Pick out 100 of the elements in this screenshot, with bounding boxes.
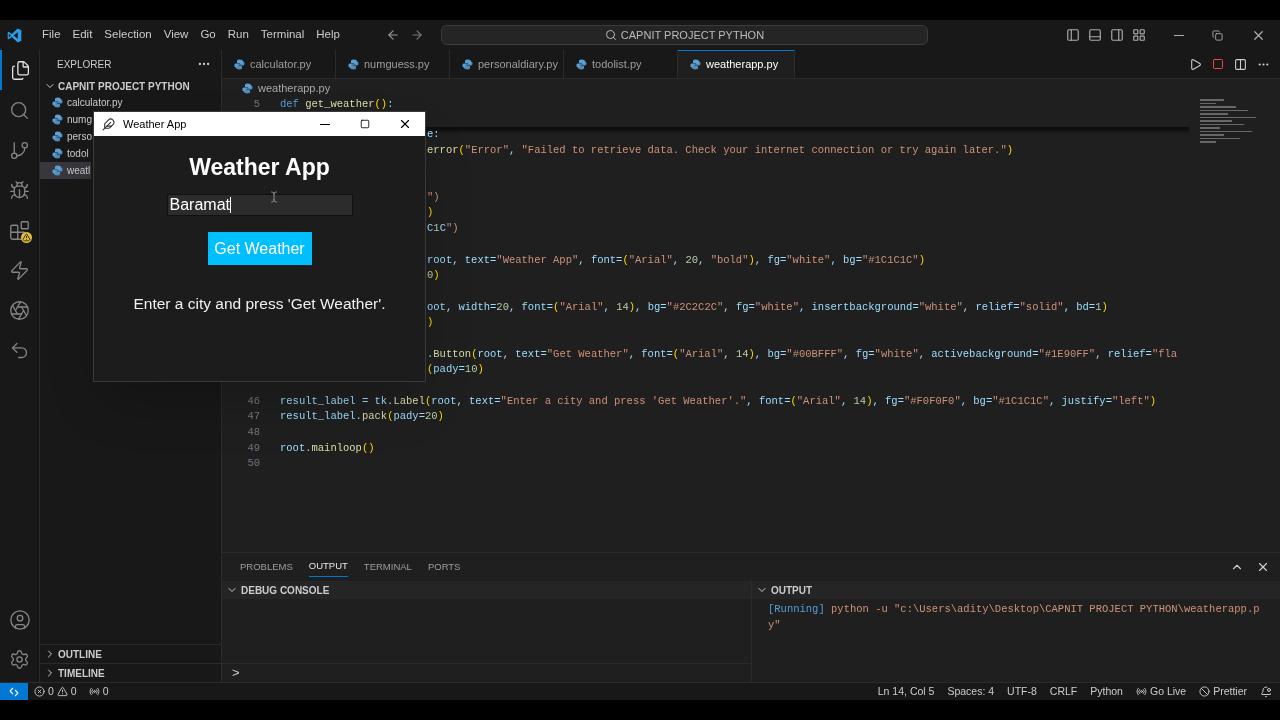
console-prompt[interactable]: > (232, 663, 240, 683)
city-input[interactable]: Baramat (166, 194, 353, 216)
bolt-icon[interactable] (9, 259, 30, 281)
section-title[interactable]: DEBUG CONSOLE (241, 582, 330, 598)
sidebar-title: EXPLORER (57, 57, 112, 72)
output-text: [Running] python -u "c:\Users\adity\Desktop\CAPNIT PROJECT PYTHON\weatherapp.py" (768, 602, 1261, 633)
antenna-icon[interactable] (1135, 686, 1147, 697)
status-item[interactable]: Spaces: 4 (947, 683, 995, 700)
menu-item[interactable]: View (157, 26, 195, 44)
editor-tab[interactable]: numguess.py (336, 50, 450, 78)
line-number: 46 (246, 393, 260, 409)
run-icon[interactable] (1189, 57, 1202, 71)
line-number: 5 (252, 97, 260, 112)
editor-tab[interactable]: weatherapp.py (678, 50, 795, 78)
file-type-icon (52, 97, 63, 108)
code-line: result_label.pack(pady=20) (280, 409, 444, 425)
line-number: 50 (246, 456, 260, 472)
file-type-icon (52, 148, 63, 159)
stop-icon[interactable] (1212, 58, 1224, 70)
project-header[interactable]: CAPNIT PROJECT PYTHON (58, 78, 190, 94)
app-heading: Weather App (189, 153, 330, 181)
section-title[interactable]: OUTPUT (771, 582, 813, 598)
file-type-icon (242, 82, 253, 94)
search-icon[interactable] (9, 99, 30, 121)
explorer-entry[interactable]: numg (40, 111, 93, 128)
remote-button[interactable] (0, 683, 28, 700)
account-icon[interactable] (8, 609, 31, 631)
code-line: ") (427, 189, 440, 205)
menu-item[interactable]: Selection (98, 26, 158, 44)
close-panel-icon[interactable] (1256, 560, 1270, 574)
layout-icon[interactable] (1132, 28, 1146, 42)
status-item[interactable]: Prettier (1213, 683, 1247, 700)
blocked-icon[interactable] (1199, 686, 1211, 697)
editor-tab[interactable]: personaldiary.py (450, 50, 564, 78)
notifications-icon[interactable] (1260, 685, 1272, 698)
explorer-entry[interactable]: calculator.py (40, 94, 124, 111)
sidebar-toggle-icon[interactable] (1066, 28, 1080, 42)
warning-count[interactable]: 0 (70, 683, 77, 700)
status-item[interactable]: UTF-8 (1007, 683, 1037, 700)
panel-tab[interactable]: PORTS (427, 557, 461, 577)
file-type-icon (52, 131, 63, 142)
line-number: 47 (246, 409, 260, 425)
error-icon[interactable] (34, 686, 45, 697)
remote-icon (9, 686, 19, 697)
feather-icon (102, 117, 115, 131)
file-type-icon (52, 165, 63, 176)
section-title[interactable]: OUTLINE (58, 646, 102, 662)
back-arrow-icon[interactable] (385, 28, 400, 42)
code-line: ) (427, 205, 434, 221)
app-logo-icon (7, 27, 22, 43)
explorer-entry[interactable]: perso (40, 128, 93, 145)
code-line: oot, width=20, font=("Arial", 14), bg="#2C2C2C", fg="white", insertbackground="white", relief="solid", bd=1) (427, 299, 1108, 315)
panel-tab[interactable]: OUTPUT (308, 557, 348, 577)
result-label: Enter a city and press 'Get Weather'. (133, 294, 386, 314)
error-count[interactable]: 0 (48, 683, 54, 700)
blocks-icon[interactable] (9, 219, 30, 241)
command-search-field[interactable]: CAPNIT PROJECT PYTHON (440, 25, 928, 45)
code-line: result_label = tk.Label(root, text="Enter a city and press 'Get Weather'.", font=("Arial", 14), fg="#F0F0F0", bg="#1C1C1C", justify="left") (280, 393, 1157, 409)
minimize-icon (1174, 34, 1184, 36)
breadcrumb[interactable]: weatherapp.py (258, 79, 331, 97)
menu-item[interactable]: Help (310, 26, 346, 44)
explorer-entry[interactable]: todol (40, 145, 90, 162)
code-line: .Button(root, text="Get Weather", font=("Arial", 14), bg="#00BFFF", fg="white", activebackground="#1E90FF", relief="fla (427, 346, 1178, 362)
files-icon[interactable] (10, 59, 31, 81)
ports-count[interactable]: 0 (102, 683, 109, 700)
menu-item[interactable]: Go (194, 26, 222, 44)
close-icon (398, 117, 412, 131)
warning-icon[interactable] (56, 686, 68, 697)
explorer-entry[interactable]: weatl (40, 162, 92, 179)
status-item[interactable]: CRLF (1049, 683, 1078, 700)
status-item[interactable]: Ln 14, Col 5 (877, 683, 935, 700)
antenna-icon[interactable] (88, 686, 100, 697)
menu-item[interactable]: Edit (66, 26, 99, 44)
menu-item[interactable]: File (36, 26, 67, 44)
search-icon (604, 29, 617, 41)
restore-icon (1211, 29, 1223, 41)
file-type-icon (576, 58, 587, 70)
forward-arrow-icon[interactable] (409, 28, 424, 42)
menu-item[interactable]: Terminal (254, 26, 311, 44)
window-title: Weather App (123, 116, 187, 132)
code-line: 0) (427, 268, 440, 284)
menu-item[interactable]: Run (221, 26, 255, 44)
line-number: 48 (246, 425, 260, 441)
secondary-sidebar-icon[interactable] (1110, 28, 1124, 42)
status-item[interactable]: Python (1090, 683, 1123, 700)
section-title[interactable]: TIMELINE (58, 665, 105, 681)
status-item[interactable]: Go Live (1149, 683, 1187, 700)
panel-toggle-icon[interactable] (1088, 28, 1102, 42)
split-editor-icon[interactable] (1234, 57, 1247, 71)
file-type-icon (234, 58, 245, 70)
editor-tab[interactable]: calculator.py (222, 50, 336, 78)
text-caret (229, 197, 232, 213)
settings-icon[interactable] (9, 649, 30, 670)
panel-tab[interactable]: PROBLEMS (240, 557, 293, 577)
minimize-icon (320, 123, 330, 125)
branch-icon[interactable] (9, 139, 30, 161)
aperture-icon[interactable] (9, 299, 30, 321)
bug-icon[interactable] (9, 179, 30, 201)
panel-tab[interactable]: TERMINAL (363, 557, 412, 577)
line-number: 49 (246, 440, 260, 456)
